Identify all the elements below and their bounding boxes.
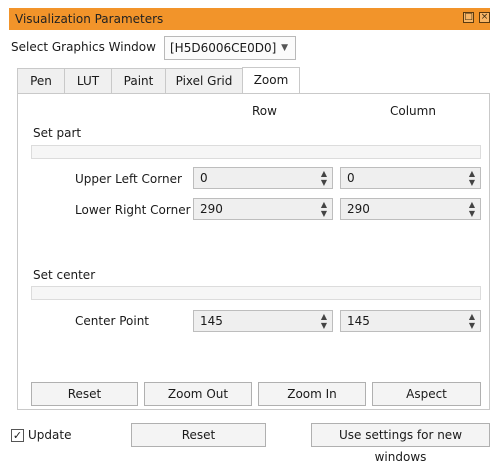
zoom-panel bbox=[17, 93, 490, 410]
update-label: Update bbox=[28, 428, 72, 442]
chevron-down-icon: ▼ bbox=[281, 43, 288, 53]
tab-pixel-grid[interactable]: Pixel Grid bbox=[165, 68, 243, 94]
center-point-label: Center Point bbox=[75, 314, 149, 328]
update-checkbox[interactable]: ✓ bbox=[11, 429, 24, 442]
window-title: Visualization Parameters bbox=[15, 12, 164, 26]
spin-arrows-icon[interactable]: ▲ ▼ bbox=[464, 168, 480, 188]
tab-zoom[interactable]: Zoom bbox=[242, 67, 300, 94]
tab-paint[interactable]: Paint bbox=[111, 68, 166, 94]
upper-left-row-input[interactable]: 0 ▲ ▼ bbox=[193, 167, 333, 189]
upper-left-corner-label: Upper Left Corner bbox=[75, 172, 182, 186]
spin-arrows-icon[interactable]: ▲ ▼ bbox=[464, 199, 480, 219]
set-part-label: Set part bbox=[33, 126, 82, 140]
spin-arrows-icon[interactable]: ▲ ▼ bbox=[316, 168, 332, 188]
lower-right-column-value: 290 bbox=[347, 202, 370, 216]
set-part-separator bbox=[31, 145, 481, 159]
set-center-separator bbox=[31, 286, 481, 300]
upper-left-column-value: 0 bbox=[347, 171, 355, 185]
upper-left-column-input[interactable]: 0 ▲ ▼ bbox=[340, 167, 481, 189]
reset-button[interactable]: Reset bbox=[131, 423, 266, 447]
set-center-label: Set center bbox=[33, 268, 96, 282]
zoom-in-button[interactable]: Zoom In bbox=[258, 382, 366, 406]
checkmark-icon: ✓ bbox=[12, 429, 23, 442]
row-header: Row bbox=[252, 104, 277, 118]
lower-right-row-value: 290 bbox=[200, 202, 223, 216]
center-column-value: 145 bbox=[347, 314, 370, 328]
zoom-out-button[interactable]: Zoom Out bbox=[144, 382, 252, 406]
graphics-window-value: [H5D6006CE0D0] bbox=[170, 41, 277, 55]
reset-zoom-button[interactable]: Reset bbox=[31, 382, 138, 406]
column-header: Column bbox=[390, 104, 436, 118]
center-row-input[interactable]: 145 ▲ ▼ bbox=[193, 310, 333, 332]
lower-right-column-input[interactable]: 290 ▲ ▼ bbox=[340, 198, 481, 220]
tab-pen[interactable]: Pen bbox=[17, 68, 65, 94]
center-row-value: 145 bbox=[200, 314, 223, 328]
graphics-window-select[interactable]: [H5D6006CE0D0] ▼ bbox=[164, 36, 296, 60]
graphics-window-label: Select Graphics Window bbox=[11, 40, 156, 54]
aspect-button[interactable]: Aspect bbox=[372, 382, 481, 406]
upper-left-row-value: 0 bbox=[200, 171, 208, 185]
tab-lut[interactable]: LUT bbox=[64, 68, 112, 94]
close-icon[interactable]: × bbox=[479, 12, 490, 23]
spin-arrows-icon[interactable]: ▲ ▼ bbox=[316, 199, 332, 219]
lower-right-corner-label: Lower Right Corner bbox=[75, 203, 191, 217]
spin-arrows-icon[interactable]: ▲ ▼ bbox=[316, 311, 332, 331]
use-settings-button[interactable]: Use settings for new windows bbox=[311, 423, 490, 464]
restore-icon[interactable]: □ bbox=[463, 12, 474, 23]
spin-arrows-icon[interactable]: ▲ ▼ bbox=[464, 311, 480, 331]
center-column-input[interactable]: 145 ▲ ▼ bbox=[340, 310, 481, 332]
lower-right-row-input[interactable]: 290 ▲ ▼ bbox=[193, 198, 333, 220]
